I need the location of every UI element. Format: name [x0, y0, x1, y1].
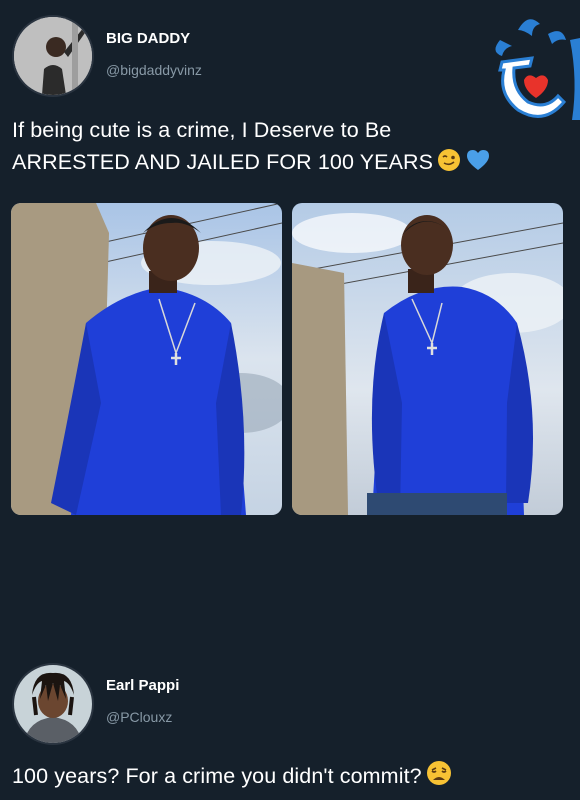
blue-heart-icon — [465, 148, 491, 181]
tweet-text: If being cute is a crime, I Deserve to B… — [12, 114, 572, 181]
user-handle[interactable]: @PClouxz — [106, 709, 172, 725]
winking-face-icon — [437, 148, 461, 181]
watermark-logo-icon — [488, 10, 580, 120]
avatar[interactable] — [12, 15, 94, 97]
display-name[interactable]: BIG DADDY — [106, 30, 190, 47]
user-handle[interactable]: @bigdaddyvinz — [106, 62, 202, 78]
tweet-text-line-1: If being cute is a crime, I Deserve to B… — [12, 118, 392, 142]
tweet-photo-2[interactable] — [292, 203, 563, 515]
tweet-text-content: 100 years? For a crime you didn't commit… — [12, 764, 422, 788]
weary-face-icon — [426, 760, 452, 795]
tweet-text-line-2-content: ARRESTED AND JAILED FOR 100 YEARS — [12, 150, 434, 174]
display-name[interactable]: Earl Pappi — [106, 677, 179, 694]
tweet-text: 100 years? For a crime you didn't commit… — [12, 760, 452, 795]
tweet-text-line-2: ARRESTED AND JAILED FOR 100 YEARS — [12, 146, 572, 181]
avatar[interactable] — [12, 663, 94, 745]
tweet-photo-1[interactable] — [11, 203, 282, 515]
